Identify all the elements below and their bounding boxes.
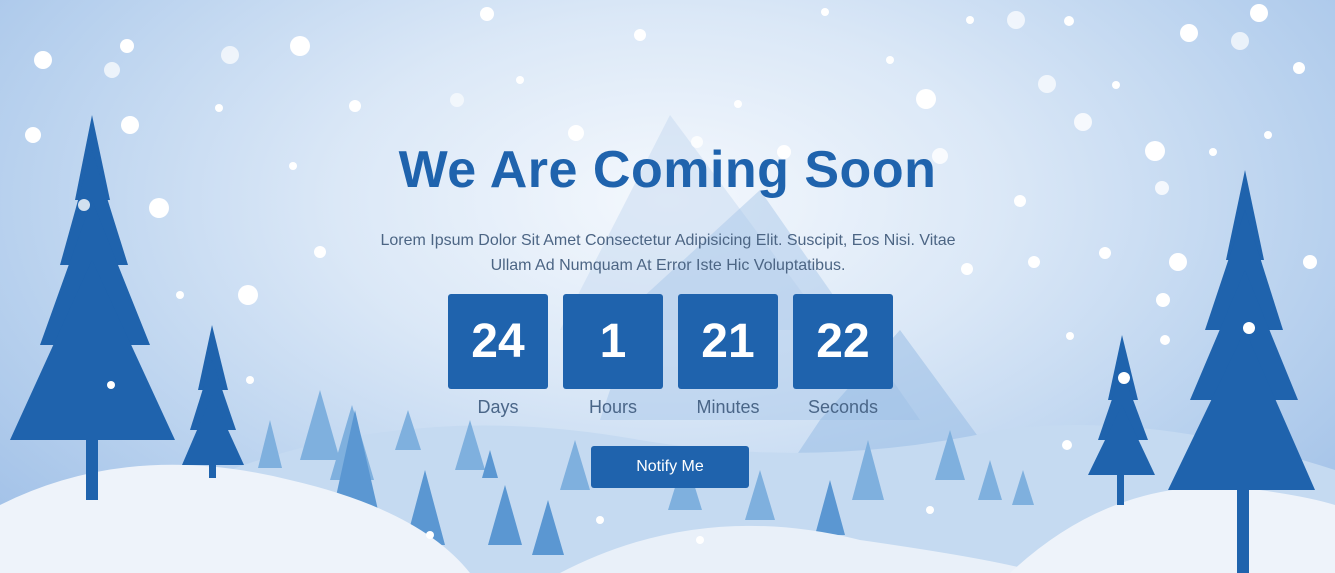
countdown-hours: 1 Hours xyxy=(563,294,663,418)
countdown-minutes: 21 Minutes xyxy=(678,294,778,418)
countdown-seconds-label: Seconds xyxy=(807,397,879,417)
countdown-days: 24 Days xyxy=(448,294,548,418)
countdown-minutes-label: Minutes xyxy=(696,397,760,417)
countdown-hours-label: Hours xyxy=(588,397,637,417)
countdown-seconds-value: 22 xyxy=(793,294,893,389)
countdown-seconds: 22 Seconds xyxy=(793,294,893,418)
notify-me-button[interactable]: Notify Me xyxy=(591,446,749,488)
coming-soon-content: We Are Coming Soon Lorem Ipsum Dolor Sit… xyxy=(0,0,1335,573)
countdown-hours-value: 1 xyxy=(563,294,663,389)
countdown-timer: 24 Days 1 Hours 21 Minutes 22 Seconds xyxy=(448,294,893,418)
page-title: We Are Coming Soon xyxy=(398,141,937,199)
countdown-days-value: 24 xyxy=(448,294,548,389)
countdown-minutes-value: 21 xyxy=(678,294,778,389)
countdown-days-label: Days xyxy=(477,397,519,417)
page-description: Lorem Ipsum Dolor Sit Amet Consectetur A… xyxy=(380,232,956,274)
